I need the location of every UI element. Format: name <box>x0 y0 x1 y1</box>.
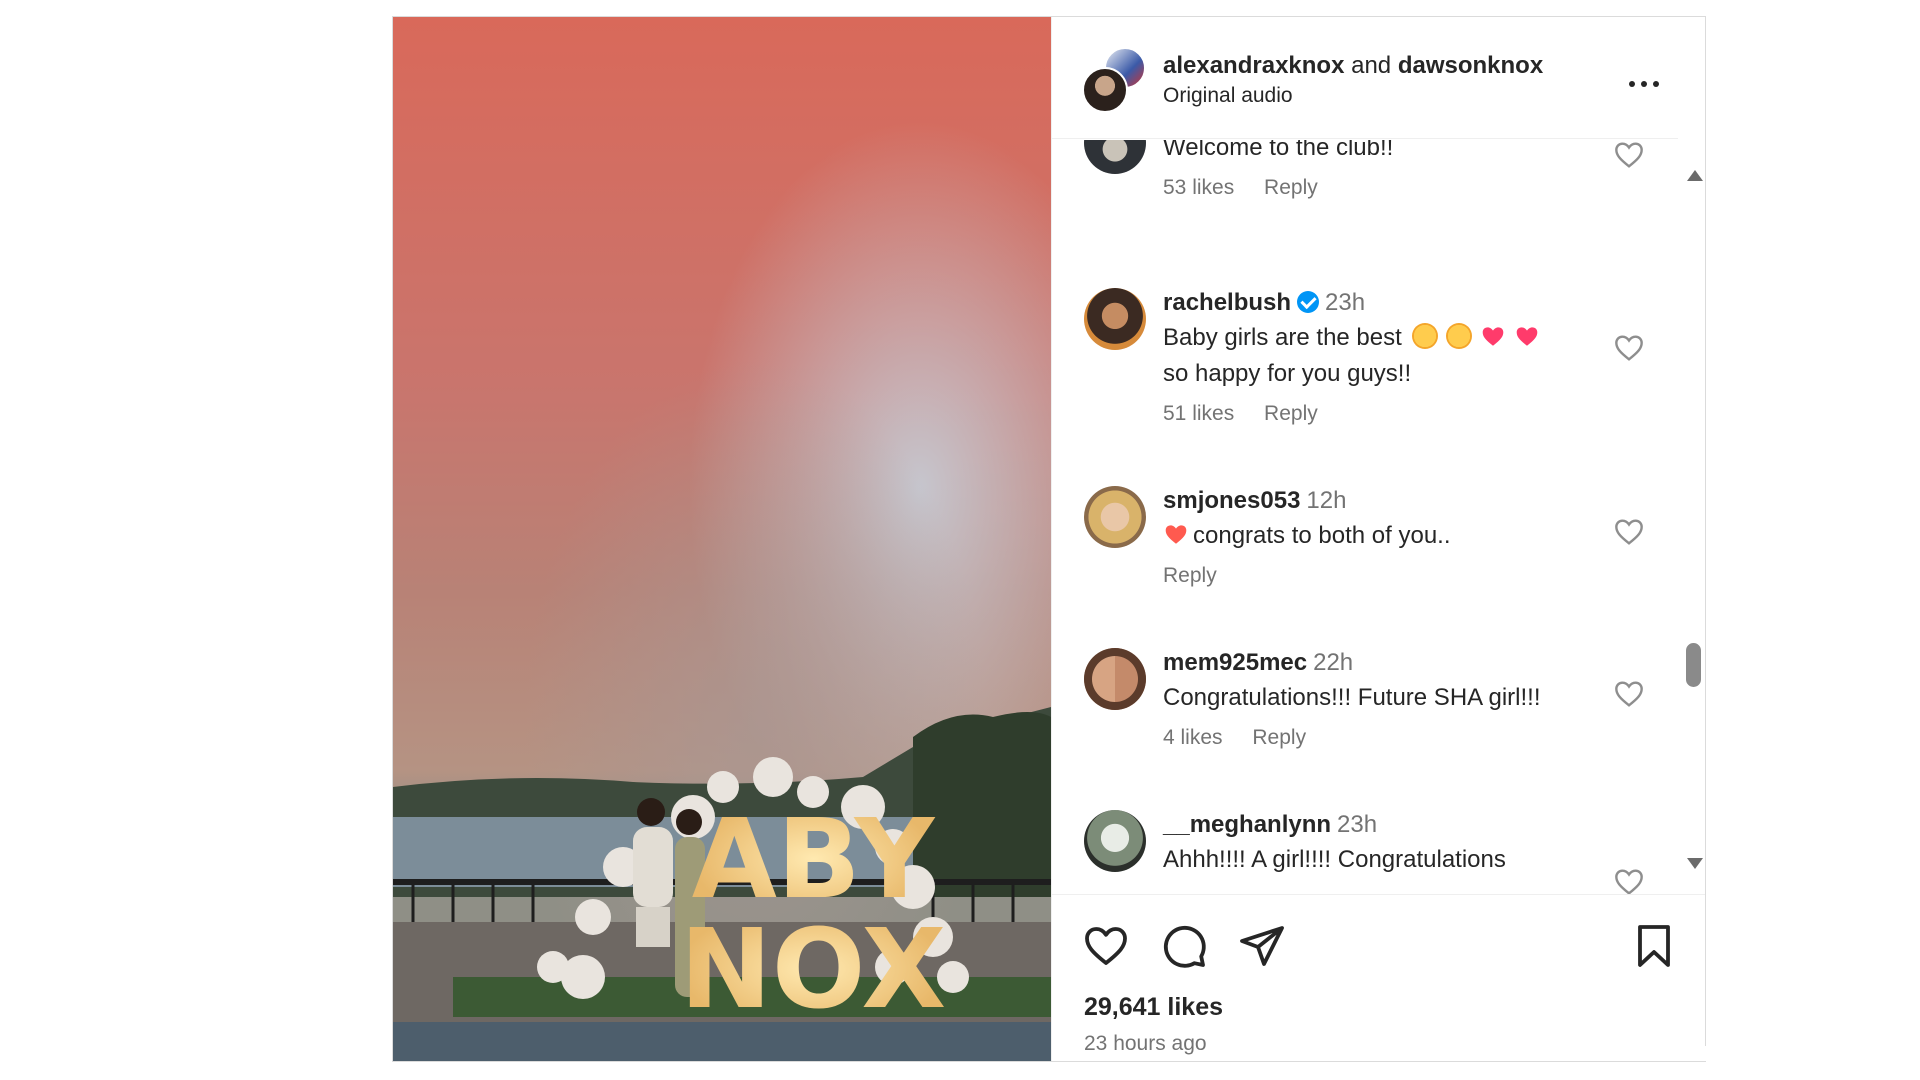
username-link[interactable]: alexandraxknox <box>1163 52 1344 79</box>
verified-badge-icon <box>1297 291 1320 313</box>
like-comment-heart-icon[interactable] <box>1612 140 1646 171</box>
post-header: alexandraxknox and dawsonknox Original a… <box>1052 17 1678 139</box>
comment-username[interactable]: __meghanlynn <box>1163 811 1331 838</box>
avatar-alexandraxknox[interactable] <box>1082 67 1128 113</box>
username-link[interactable]: dawsonknox <box>1398 52 1543 79</box>
comment-time[interactable]: 22h <box>1313 649 1353 676</box>
comment-text: so happy for you guys!! <box>1163 360 1412 387</box>
comment-username[interactable]: smjones053 <box>1163 487 1300 514</box>
comment-text: Congratulations!!! Future SHA girl!!! <box>1163 684 1541 711</box>
marquee-line1: ABY <box>692 795 936 923</box>
comment-text: Baby girls are the best <box>1163 324 1402 351</box>
panel-border <box>1705 16 1706 1046</box>
comments-list: Welcome to the club!! 53 likes Reply rac… <box>1052 140 1678 894</box>
save-bookmark-icon[interactable] <box>1630 922 1678 970</box>
scroll-down-arrow-icon[interactable] <box>1687 858 1703 869</box>
comment-likes[interactable]: 53 likes <box>1163 176 1234 199</box>
like-comment-heart-icon[interactable] <box>1612 678 1646 710</box>
post-timestamp[interactable]: 23 hours ago <box>1084 1032 1207 1056</box>
avatar[interactable] <box>1084 810 1146 872</box>
collab-avatars[interactable] <box>1082 47 1148 113</box>
comment-time[interactable]: 23h <box>1337 811 1377 838</box>
like-comment-heart-icon[interactable] <box>1612 332 1646 364</box>
collab-usernames: alexandraxknox and dawsonknox <box>1163 51 1543 81</box>
pleading-face-emoji-icon <box>1412 323 1439 349</box>
comment-text: Ahhh!!!! A girl!!!! Congratulations <box>1163 846 1506 873</box>
comment-time[interactable]: 12h <box>1306 487 1346 514</box>
post-side-panel: alexandraxknox and dawsonknox Original a… <box>1051 17 1706 1061</box>
more-options-icon[interactable] <box>1626 74 1662 94</box>
like-comment-heart-icon[interactable] <box>1612 516 1646 548</box>
instagram-post: ABY NOX alexandraxknox and dawsonknox Or… <box>392 16 1706 1062</box>
comment-likes[interactable]: 51 likes <box>1163 402 1234 425</box>
reply-button[interactable]: Reply <box>1252 726 1306 749</box>
avatar[interactable] <box>1084 486 1146 548</box>
comment-box-edge <box>1578 1033 1706 1061</box>
comment-meta: 53 likes Reply <box>1163 176 1603 200</box>
scroll-up-arrow-icon[interactable] <box>1687 170 1703 181</box>
reply-button[interactable]: Reply <box>1163 564 1217 587</box>
like-comment-heart-icon[interactable] <box>1612 866 1646 894</box>
audio-label[interactable]: Original audio <box>1163 84 1293 108</box>
reply-button[interactable]: Reply <box>1264 176 1318 199</box>
comment-item: rachelbush 23h Baby girls are the best so… <box>1052 288 1678 448</box>
marquee-line2: NOX <box>680 905 946 1033</box>
gender-reveal-photo: ABY NOX <box>393 17 1051 1061</box>
avatar[interactable] <box>1084 648 1146 710</box>
comment-time[interactable]: 23h <box>1325 289 1365 316</box>
reply-button[interactable]: Reply <box>1264 402 1318 425</box>
comment-text: congrats to both of you.. <box>1193 522 1451 549</box>
comment-username[interactable]: rachelbush <box>1163 289 1291 316</box>
heart-on-fire-emoji-icon <box>1165 525 1187 544</box>
avatar[interactable] <box>1084 140 1146 174</box>
comment-item: smjones053 12h congrats to both of you.. … <box>1052 486 1678 606</box>
comment-bubble-icon[interactable] <box>1160 922 1208 970</box>
scrollbar-thumb[interactable] <box>1686 643 1701 687</box>
comment-username[interactable]: mem925mec <box>1163 649 1307 676</box>
comment-likes[interactable]: 4 likes <box>1163 726 1223 749</box>
avatar[interactable] <box>1084 288 1146 350</box>
two-hearts-emoji-icon <box>1517 327 1538 346</box>
like-heart-icon[interactable] <box>1082 922 1130 970</box>
post-actions: 29,641 likes 23 hours ago <box>1052 894 1706 1061</box>
comment-item: __meghanlynn 23h Ahhh!!!! A girl!!!! Cong… <box>1052 810 1678 894</box>
comments-scrollbar[interactable] <box>1678 140 1706 880</box>
post-media[interactable]: ABY NOX <box>393 17 1051 1061</box>
comment-item: mem925mec 22h Congratulations!!! Future S… <box>1052 648 1678 778</box>
and-text: and <box>1351 52 1392 79</box>
comment-item: Welcome to the club!! 53 likes Reply <box>1052 140 1678 218</box>
share-paper-plane-icon[interactable] <box>1238 922 1286 970</box>
two-hearts-emoji-icon <box>1483 327 1504 346</box>
pleading-face-emoji-icon <box>1446 323 1473 349</box>
post-likes-count[interactable]: 29,641 likes <box>1084 993 1223 1022</box>
comment-text: Welcome to the club!! <box>1163 140 1394 161</box>
